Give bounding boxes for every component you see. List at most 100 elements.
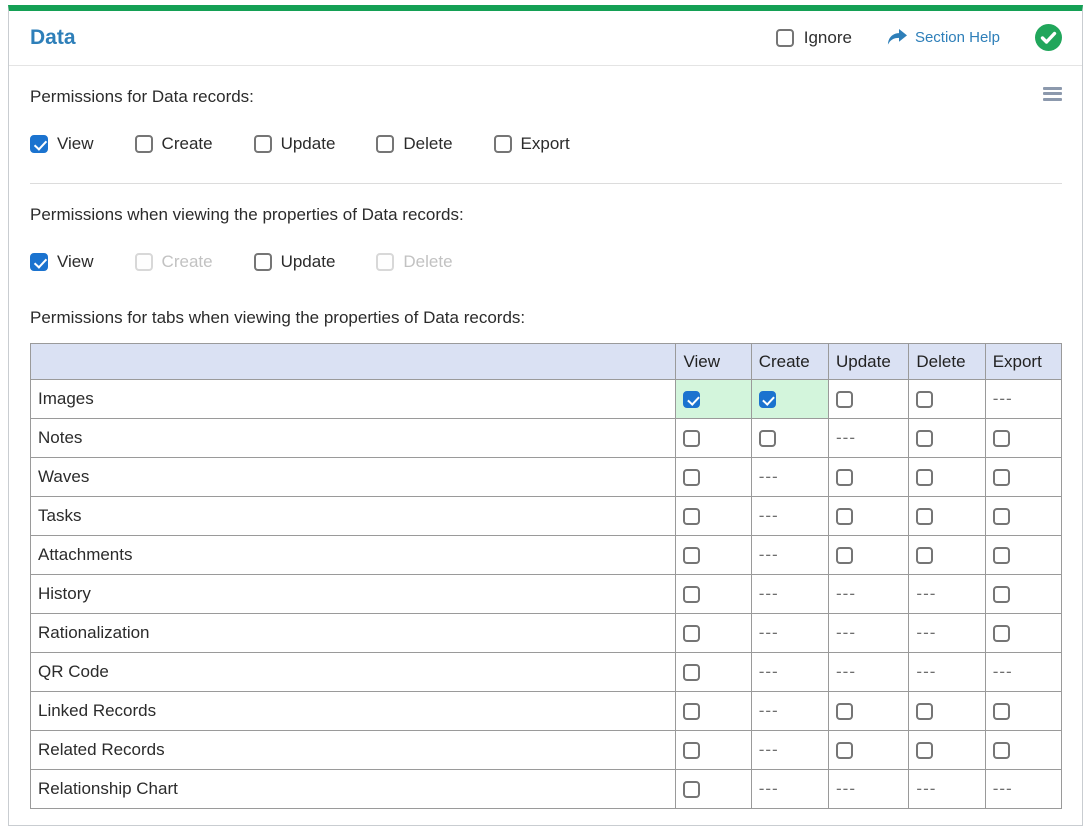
- attachments-update-cell: [829, 536, 909, 575]
- linked-records-delete-checkbox[interactable]: [916, 703, 933, 720]
- rationalization-view-cell: [676, 614, 751, 653]
- na-indicator: ---: [759, 779, 779, 798]
- export-checkbox[interactable]: [494, 135, 512, 153]
- na-indicator: ---: [993, 662, 1013, 681]
- linked-records-view-checkbox[interactable]: [683, 703, 700, 720]
- view-checkbox[interactable]: [30, 135, 48, 153]
- waves-view-checkbox[interactable]: [683, 469, 700, 486]
- notes-view-checkbox[interactable]: [683, 430, 700, 447]
- create-checkbox[interactable]: [135, 135, 153, 153]
- linked-records-export-cell: [985, 692, 1061, 731]
- rationalization-export-checkbox[interactable]: [993, 625, 1010, 642]
- linked-records-create-not-applicable: ---: [751, 692, 828, 731]
- related-records-export-checkbox[interactable]: [993, 742, 1010, 759]
- update-checkbox-item[interactable]: Update: [254, 251, 336, 273]
- na-indicator: ---: [836, 779, 856, 798]
- tasks-view-checkbox[interactable]: [683, 508, 700, 525]
- create-checkbox-item[interactable]: Create: [135, 133, 213, 155]
- relationship-chart-view-checkbox[interactable]: [683, 781, 700, 798]
- tab-name-column-header: [31, 344, 676, 380]
- table-row: History---------: [31, 575, 1062, 614]
- images-create-checkbox[interactable]: [759, 391, 776, 408]
- images-view-checkbox[interactable]: [683, 391, 700, 408]
- tasks-update-checkbox[interactable]: [836, 508, 853, 525]
- attachments-update-checkbox[interactable]: [836, 547, 853, 564]
- na-indicator: ---: [759, 506, 779, 525]
- history-export-cell: [985, 575, 1061, 614]
- na-indicator: ---: [836, 662, 856, 681]
- delete-checkbox-item[interactable]: Delete: [376, 133, 452, 155]
- waves-export-checkbox[interactable]: [993, 469, 1010, 486]
- notes-create-cell: [751, 419, 828, 458]
- tabs-permissions-table: ViewCreateUpdateDeleteExport Images---No…: [30, 343, 1062, 809]
- images-export-not-applicable: ---: [985, 380, 1061, 419]
- rationalization-row-label: Rationalization: [31, 614, 676, 653]
- checkbox-label: View: [57, 251, 94, 273]
- history-view-checkbox[interactable]: [683, 586, 700, 603]
- panel-body: Permissions for Data records: ViewCreate…: [9, 86, 1082, 809]
- images-delete-checkbox[interactable]: [916, 391, 933, 408]
- tab-table-header-row: ViewCreateUpdateDeleteExport: [31, 344, 1062, 380]
- linked-records-row-label: Linked Records: [31, 692, 676, 731]
- notes-export-checkbox[interactable]: [993, 430, 1010, 447]
- related-records-view-checkbox[interactable]: [683, 742, 700, 759]
- related-records-delete-checkbox[interactable]: [916, 742, 933, 759]
- waves-delete-checkbox[interactable]: [916, 469, 933, 486]
- checkbox-label: Create: [162, 251, 213, 273]
- tasks-update-cell: [829, 497, 909, 536]
- linked-records-update-cell: [829, 692, 909, 731]
- view-checkbox-item[interactable]: View: [30, 251, 94, 273]
- history-export-checkbox[interactable]: [993, 586, 1010, 603]
- linked-records-export-checkbox[interactable]: [993, 703, 1010, 720]
- tasks-export-checkbox[interactable]: [993, 508, 1010, 525]
- attachments-view-checkbox[interactable]: [683, 547, 700, 564]
- export-checkbox-item[interactable]: Export: [494, 133, 570, 155]
- na-indicator: ---: [759, 545, 779, 564]
- linked-records-update-checkbox[interactable]: [836, 703, 853, 720]
- waves-update-checkbox[interactable]: [836, 469, 853, 486]
- qr-code-view-checkbox[interactable]: [683, 664, 700, 681]
- checkbox-label: Update: [281, 133, 336, 155]
- update-checkbox[interactable]: [254, 253, 272, 271]
- notes-create-checkbox[interactable]: [759, 430, 776, 447]
- ignore-checkbox-item[interactable]: Ignore: [776, 28, 852, 48]
- qr-code-export-not-applicable: ---: [985, 653, 1061, 692]
- related-records-row-label: Related Records: [31, 731, 676, 770]
- checkbox-label: Export: [521, 133, 570, 155]
- ignore-checkbox[interactable]: [776, 29, 794, 47]
- notes-delete-checkbox[interactable]: [916, 430, 933, 447]
- section-help-link[interactable]: Section Help: [887, 29, 1000, 46]
- panel-header: Data Ignore Section Help: [9, 11, 1082, 66]
- tasks-create-not-applicable: ---: [751, 497, 828, 536]
- delete-checkbox[interactable]: [376, 135, 394, 153]
- images-update-checkbox[interactable]: [836, 391, 853, 408]
- checkbox-label: Update: [281, 251, 336, 273]
- related-records-update-checkbox[interactable]: [836, 742, 853, 759]
- attachments-delete-checkbox[interactable]: [916, 547, 933, 564]
- qr-code-view-cell: [676, 653, 751, 692]
- rationalization-create-not-applicable: ---: [751, 614, 828, 653]
- update-checkbox-item[interactable]: Update: [254, 133, 336, 155]
- related-records-view-cell: [676, 731, 751, 770]
- linked-records-delete-cell: [909, 692, 985, 731]
- data-section-panel: Data Ignore Section Help Permission: [8, 5, 1083, 826]
- na-indicator: ---: [993, 779, 1013, 798]
- images-row-label: Images: [31, 380, 676, 419]
- checkbox-label: View: [57, 133, 94, 155]
- rationalization-delete-not-applicable: ---: [909, 614, 985, 653]
- view-checkbox[interactable]: [30, 253, 48, 271]
- update-checkbox[interactable]: [254, 135, 272, 153]
- view-checkbox-item[interactable]: View: [30, 133, 94, 155]
- tabs-permissions-label: Permissions for tabs when viewing the pr…: [30, 307, 525, 328]
- attachments-export-checkbox[interactable]: [993, 547, 1010, 564]
- na-indicator: ---: [759, 662, 779, 681]
- hamburger-menu-icon[interactable]: [1043, 82, 1062, 105]
- tasks-delete-checkbox[interactable]: [916, 508, 933, 525]
- records-permissions-label: Permissions for Data records:: [30, 86, 254, 107]
- relationship-chart-export-not-applicable: ---: [985, 770, 1061, 809]
- delete-checkbox-item: Delete: [376, 251, 452, 273]
- images-update-cell: [829, 380, 909, 419]
- tasks-view-cell: [676, 497, 751, 536]
- history-view-cell: [676, 575, 751, 614]
- rationalization-view-checkbox[interactable]: [683, 625, 700, 642]
